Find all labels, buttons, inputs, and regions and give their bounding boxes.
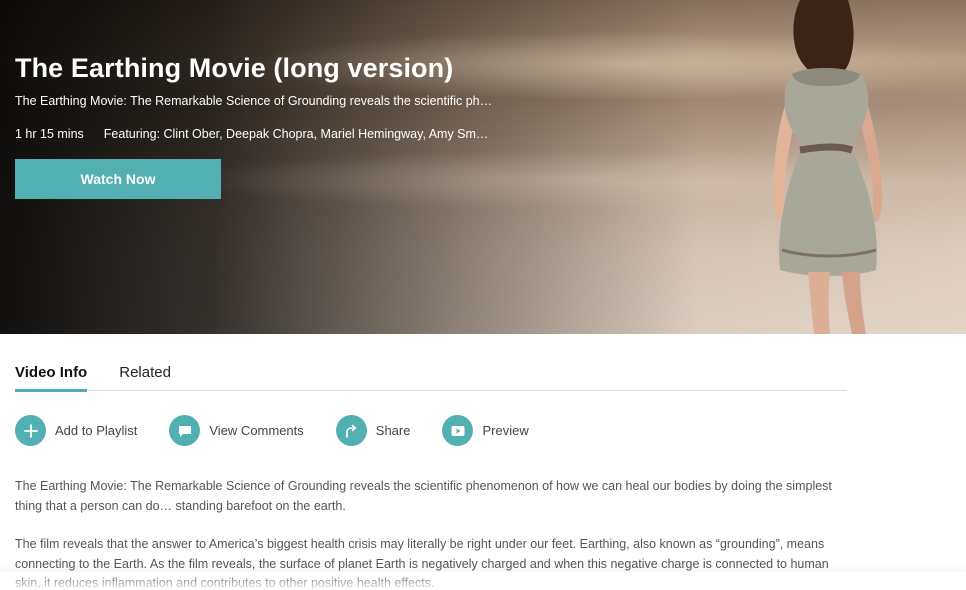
video-actions: Add to Playlist View Comments Share Prev… [15, 415, 561, 446]
preview-label: Preview [482, 423, 529, 438]
video-short-description: The Earthing Movie: The Remarkable Scien… [15, 94, 493, 108]
video-title: The Earthing Movie (long version) [15, 53, 454, 83]
tab-video-info[interactable]: Video Info [15, 364, 88, 392]
comment-icon [169, 415, 201, 446]
scroll-fade [0, 572, 966, 590]
hero-banner: The Earthing Movie (long version) The Ea… [0, 0, 966, 334]
content-tabs: Video Info Related [15, 364, 847, 392]
plus-icon [15, 415, 46, 446]
view-comments-label: View Comments [209, 423, 304, 438]
play-preview-icon [442, 415, 474, 446]
hero-image-woman-walking [773, 0, 883, 334]
share-button[interactable]: Share [335, 415, 411, 446]
tab-related[interactable]: Related [119, 364, 171, 391]
video-featuring: Featuring: Clint Ober, Deepak Chopra, Ma… [103, 127, 489, 141]
view-comments-button[interactable]: View Comments [169, 415, 304, 446]
share-label: Share [375, 423, 411, 438]
video-meta: 1 hr 15 mins Featuring: Clint Ober, Deep… [15, 127, 488, 141]
add-to-playlist-button[interactable]: Add to Playlist [15, 415, 137, 446]
share-arrow-icon [335, 415, 367, 446]
add-to-playlist-label: Add to Playlist [55, 423, 138, 438]
preview-button[interactable]: Preview [442, 415, 529, 446]
watch-now-button[interactable]: Watch Now [15, 159, 221, 199]
description-paragraph: The Earthing Movie: The Remarkable Scien… [15, 479, 832, 513]
video-duration: 1 hr 15 mins [15, 127, 84, 141]
